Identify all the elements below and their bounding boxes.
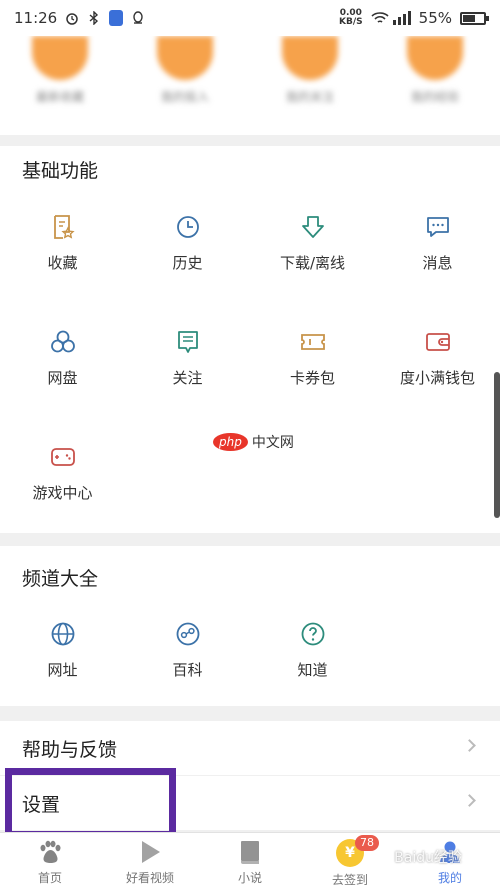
- func-label: 下载/离线: [279, 254, 346, 272]
- func-label: 网盘: [47, 369, 78, 387]
- nav-novel[interactable]: 小说: [200, 833, 300, 889]
- cloud-disk-icon: [50, 330, 75, 353]
- message-icon: [426, 217, 449, 237]
- channel-zhidao[interactable]: 知道: [250, 621, 375, 680]
- net-speed: 0.00 KB/S: [339, 8, 363, 27]
- nav-label: 好看视频: [125, 871, 174, 885]
- func-label: 游戏中心: [32, 484, 93, 502]
- func-coupons[interactable]: 卡券包: [250, 329, 375, 388]
- wifi-icon: [371, 11, 389, 25]
- play-icon: [142, 841, 160, 863]
- func-follow[interactable]: 关注: [125, 329, 250, 388]
- battery-percent: 55%: [418, 9, 452, 27]
- func-label: 百科: [172, 661, 203, 679]
- func-label: 度小满钱包: [399, 369, 475, 387]
- channels-card: 频道大全 网址 百科 知道: [0, 546, 500, 706]
- help-feedback-label: 帮助与反馈: [22, 739, 118, 761]
- checkin-badge: 78: [355, 835, 379, 851]
- site-watermark: php 中文网: [213, 432, 294, 452]
- nav-label: 首页: [37, 871, 62, 885]
- help-feedback-row[interactable]: 帮助与反馈: [0, 721, 500, 775]
- battery-icon: [460, 11, 489, 25]
- nav-label: 小说: [237, 871, 262, 885]
- battery-fill: [463, 14, 476, 22]
- baidu-paw-icon: [40, 840, 61, 863]
- func-cloud-disk[interactable]: 网盘: [0, 329, 125, 388]
- func-messages[interactable]: 消息: [375, 214, 500, 273]
- status-bar: 11:26 0.00 KB/S 55%: [0, 0, 500, 36]
- func-game-center[interactable]: 游戏中心: [0, 444, 125, 503]
- shield-icon: [109, 10, 124, 26]
- func-label: 收藏: [47, 254, 78, 272]
- nav-home[interactable]: 首页: [0, 833, 100, 889]
- chevron-right-icon: [463, 739, 476, 752]
- gamepad-icon: [50, 448, 75, 466]
- nav-video[interactable]: 好看视频: [100, 833, 200, 889]
- watermark-logo: php: [213, 433, 248, 451]
- nav-label: 我的: [437, 871, 462, 885]
- shortcut-icon: [32, 36, 88, 80]
- shortcut-icon: [407, 36, 463, 80]
- func-wallet[interactable]: 度小满钱包: [375, 329, 500, 388]
- shortcut-icon: [282, 36, 338, 80]
- qq-icon: [131, 11, 145, 25]
- func-label: 网址: [47, 661, 78, 679]
- globe-icon: [51, 622, 74, 646]
- baidu-jingyan-watermark: Baidu经验: [394, 850, 462, 866]
- top-shortcut-1[interactable]: 最新收藏: [20, 36, 100, 105]
- top-shortcut-2[interactable]: 我的投入: [145, 36, 225, 105]
- status-time: 11:26: [14, 9, 58, 27]
- book-icon: [241, 841, 259, 864]
- bookmark-star-icon: [53, 215, 75, 239]
- nav-label: 去签到: [331, 873, 368, 887]
- download-icon: [301, 216, 324, 238]
- clock-icon: [176, 216, 199, 238]
- wallet-icon: [425, 333, 450, 351]
- chevron-right-icon: [463, 794, 476, 807]
- bluetooth-icon: [87, 10, 101, 26]
- encyclopedia-icon: [176, 622, 199, 646]
- section-title: 频道大全: [22, 568, 99, 590]
- func-label: 关注: [172, 369, 203, 387]
- func-download[interactable]: 下载/离线: [250, 214, 375, 273]
- ticket-icon: [300, 334, 325, 350]
- follow-icon: [177, 331, 198, 353]
- channel-websites[interactable]: 网址: [0, 621, 125, 680]
- alarm-icon: [65, 11, 79, 25]
- nav-checkin[interactable]: ¥ 78 去签到: [300, 833, 400, 889]
- scrollbar-handle[interactable]: [494, 372, 500, 518]
- basic-functions-card: 基础功能 收藏 历史 下载/离线 消息 网盘 关注 卡券包 度小满钱包 游戏中心: [0, 146, 500, 533]
- top-shortcuts: 最新收藏 我的投入 我的关注 我的经验: [0, 36, 500, 135]
- settings-highlight-box: [5, 768, 176, 838]
- bottom-nav: 首页 好看视频 小说 ¥ 78 去签到 我的 Baidu经验: [0, 832, 500, 889]
- question-icon: [301, 622, 324, 646]
- func-favorites[interactable]: 收藏: [0, 214, 125, 273]
- section-title: 基础功能: [22, 160, 99, 182]
- channel-encyclopedia[interactable]: 百科: [125, 621, 250, 680]
- func-label: 历史: [172, 254, 203, 272]
- func-label: 消息: [422, 254, 453, 272]
- func-history[interactable]: 历史: [125, 214, 250, 273]
- top-shortcut-3[interactable]: 我的关注: [270, 36, 350, 105]
- top-shortcut-4[interactable]: 我的经验: [395, 36, 475, 105]
- watermark-text: 中文网: [251, 435, 294, 451]
- func-label: 知道: [297, 661, 328, 679]
- func-label: 卡券包: [289, 369, 335, 387]
- shortcut-icon: [157, 36, 213, 80]
- signal-icon: [392, 11, 411, 25]
